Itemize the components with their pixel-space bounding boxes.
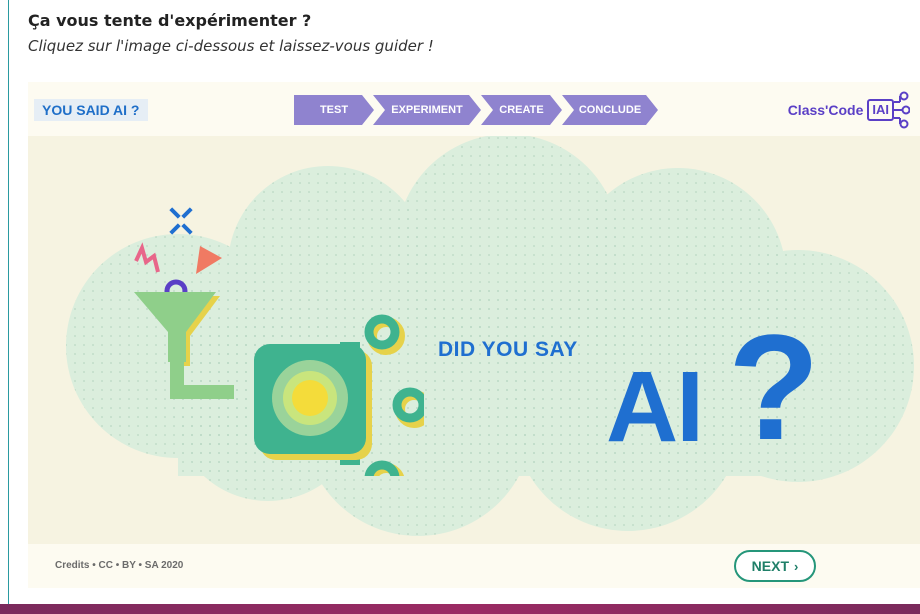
- chevron-right-icon: ›: [794, 558, 799, 574]
- section-heading: Ça vous tente d'expérimenter ?: [28, 11, 312, 30]
- next-label: NEXT: [751, 558, 789, 574]
- bottom-bar: [0, 604, 920, 614]
- step-experiment: EXPERIMENT: [373, 95, 481, 125]
- illustration-scene[interactable]: DID YOU SAY AI ?: [28, 136, 920, 544]
- step-create: CREATE: [481, 95, 562, 125]
- logo-text: Class'Code: [787, 102, 864, 118]
- logo-box: IAI: [867, 99, 894, 121]
- section-subheading: Cliquez sur l'image ci-dessous et laisse…: [28, 37, 434, 55]
- activity-footer: Credits • CC • BY • SA 2020 NEXT ›: [28, 544, 920, 588]
- sparkle-icon: [134, 242, 160, 273]
- step-conclude: CONCLUDE: [562, 95, 658, 125]
- you-said-ai-badge: YOU SAID AI ?: [34, 99, 148, 121]
- big-ai-text: AI: [606, 351, 704, 463]
- activity-frame[interactable]: YOU SAID AI ? TEST EXPERIMENT CREATE CON…: [28, 82, 920, 588]
- step-test: TEST: [294, 95, 374, 125]
- credits-text: Credits • CC • BY • SA 2020: [55, 560, 184, 571]
- circuit-icon: [134, 207, 424, 476]
- left-border: [8, 0, 9, 604]
- next-button[interactable]: NEXT ›: [734, 550, 816, 582]
- classcode-logo: Class'Code IAI: [788, 90, 910, 130]
- network-icon: [894, 91, 910, 129]
- did-you-say-text: DID YOU SAY: [438, 338, 578, 361]
- activity-topbar: YOU SAID AI ? TEST EXPERIMENT CREATE CON…: [28, 82, 920, 136]
- question-mark-text: ?: [728, 303, 820, 471]
